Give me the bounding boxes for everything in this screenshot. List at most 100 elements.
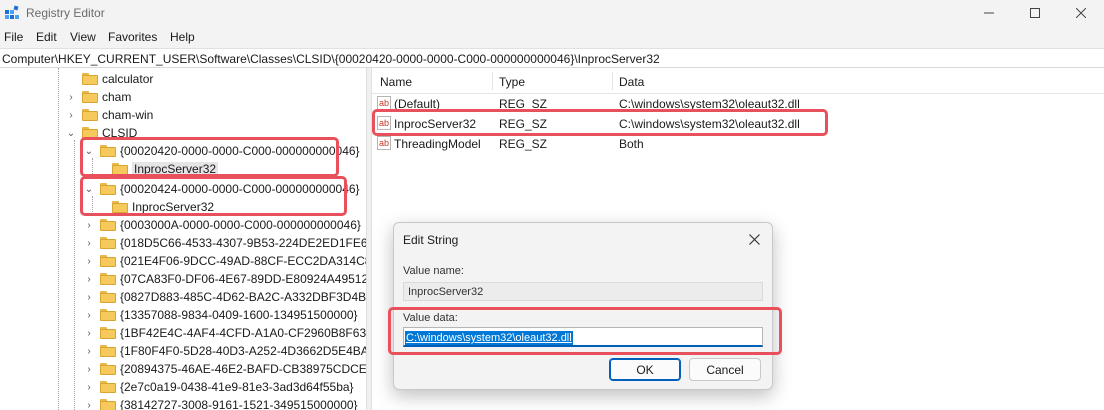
folder-icon xyxy=(82,109,98,121)
menu-file[interactable]: File xyxy=(4,30,23,44)
column-separator[interactable] xyxy=(492,72,493,90)
tree-item-clsid-key[interactable]: › {07CA83F0-DF06-4E67-89DD-E80924A49512 xyxy=(84,270,366,288)
tree-guide-line xyxy=(58,68,59,410)
maximize-button[interactable] xyxy=(1012,0,1058,26)
highlight-box xyxy=(80,137,339,177)
column-header-name[interactable]: Name xyxy=(380,75,412,89)
key-tree-pane[interactable]: calculator › cham › cham-win ⌄ CLSID ⌄ {… xyxy=(0,68,366,410)
value-name-label: Value name: xyxy=(403,265,464,277)
tree-item-cham-win[interactable]: › cham-win xyxy=(66,106,153,124)
maximize-icon xyxy=(1030,8,1040,18)
close-button[interactable] xyxy=(1058,0,1104,26)
value-type: REG_SZ xyxy=(499,137,548,151)
tree-item-label: {1F80F4F0-5D28-40D3-A252-4D3662D5E4BA xyxy=(120,344,366,358)
value-name: ThreadingModel xyxy=(394,137,481,151)
chevron-right-icon[interactable]: › xyxy=(84,274,94,285)
chevron-right-icon[interactable]: › xyxy=(84,382,94,393)
tree-item-clsid-key[interactable]: › {20894375-46AE-46E2-BAFD-CB38975CDCE6 xyxy=(84,360,366,378)
tree-item-clsid-key[interactable]: › {0003000A-0000-0000-C000-000000000046} xyxy=(84,216,361,234)
window-title: Registry Editor xyxy=(26,6,105,20)
folder-icon xyxy=(82,73,98,85)
tree-guide-line xyxy=(74,140,75,410)
folder-icon xyxy=(100,237,116,249)
folder-icon xyxy=(100,399,116,410)
dialog-title: Edit String xyxy=(403,233,459,247)
string-value-icon: ab xyxy=(377,136,391,150)
tree-item-clsid-key[interactable]: › {021E4F06-9DCC-49AD-88CF-ECC2DA314C8 xyxy=(84,252,366,270)
cancel-button[interactable]: Cancel xyxy=(689,358,761,381)
string-value-icon: ab xyxy=(377,96,391,110)
chevron-right-icon[interactable]: › xyxy=(84,400,94,410)
close-icon xyxy=(748,233,760,245)
folder-icon xyxy=(82,91,98,103)
tree-item-label: {0827D883-485C-4D62-BA2C-A332DBF3D4B xyxy=(120,290,366,304)
tree-item-label: {1BF42E4C-4AF4-4CFD-A1A0-CF2960B8F63E xyxy=(120,326,366,340)
minimize-button[interactable] xyxy=(966,0,1012,26)
tree-item-label: {018D5C66-4533-4307-9B53-224DE2ED1FE6} xyxy=(120,236,366,250)
tree-item-cham[interactable]: › cham xyxy=(66,88,131,106)
chevron-right-icon[interactable]: › xyxy=(84,256,94,267)
highlight-box xyxy=(388,307,782,355)
chevron-right-icon[interactable]: › xyxy=(84,310,94,321)
tree-item-clsid-key[interactable]: › {1BF42E4C-4AF4-4CFD-A1A0-CF2960B8F63E xyxy=(84,324,366,342)
chevron-right-icon[interactable]: › xyxy=(84,346,94,357)
column-separator[interactable] xyxy=(612,72,613,90)
folder-icon xyxy=(100,363,116,375)
tree-item-clsid-key[interactable]: › {38142727-3008-9161-1521-349515000000} xyxy=(84,396,358,410)
column-header-data[interactable]: Data xyxy=(619,75,644,89)
highlight-box xyxy=(80,176,347,216)
tree-item-label: {38142727-3008-9161-1521-349515000000} xyxy=(120,398,358,410)
value-name-text: InprocServer32 xyxy=(408,286,484,298)
value-row[interactable]: ab ThreadingModel REG_SZ Both xyxy=(372,134,1104,154)
tree-item-clsid-key[interactable]: › {2e7c0a19-0438-41e9-81e3-3ad3d64f55ba} xyxy=(84,378,354,396)
close-icon xyxy=(1076,8,1086,18)
address-path[interactable]: Computer\HKEY_CURRENT_USER\Software\Clas… xyxy=(2,52,660,66)
folder-icon xyxy=(100,273,116,285)
menu-bar: File Edit View Favorites Help xyxy=(0,26,1104,48)
value-name-field: InprocServer32 xyxy=(403,282,763,301)
edit-string-dialog: Edit String Value name: InprocServer32 V… xyxy=(388,222,782,390)
folder-icon xyxy=(100,327,116,339)
tree-item-clsid-key[interactable]: › {13357088-9834-0409-1600-134951500000} xyxy=(84,306,358,324)
chevron-right-icon[interactable]: › xyxy=(66,110,76,121)
value-data: Both xyxy=(619,137,644,151)
folder-icon xyxy=(100,381,116,393)
highlight-box xyxy=(372,109,828,136)
address-bar[interactable]: Computer\HKEY_CURRENT_USER\Software\Clas… xyxy=(0,48,1104,68)
menu-help[interactable]: Help xyxy=(170,30,195,44)
menu-edit[interactable]: Edit xyxy=(36,30,57,44)
tree-item-clsid-key[interactable]: › {0827D883-485C-4D62-BA2C-A332DBF3D4B xyxy=(84,288,366,306)
chevron-down-icon[interactable]: ⌄ xyxy=(66,128,76,139)
tree-item-label: cham xyxy=(102,90,132,104)
tree-item-clsid-key[interactable]: › {018D5C66-4533-4307-9B53-224DE2ED1FE6} xyxy=(84,234,366,252)
chevron-right-icon[interactable]: › xyxy=(84,238,94,249)
folder-icon xyxy=(100,255,116,267)
chevron-right-icon[interactable]: › xyxy=(84,220,94,231)
tree-item-label: {2e7c0a19-0438-41e9-81e3-3ad3d64f55ba} xyxy=(120,380,354,394)
menu-view[interactable]: View xyxy=(70,30,96,44)
minimize-icon xyxy=(984,12,994,14)
ok-button[interactable]: OK xyxy=(609,358,681,381)
chevron-right-icon[interactable]: › xyxy=(84,328,94,339)
tree-item-label: {07CA83F0-DF06-4E67-89DD-E80924A49512 xyxy=(120,272,366,286)
folder-icon xyxy=(100,219,116,231)
list-header: Name Type Data xyxy=(372,68,1104,94)
tree-item-clsid-key[interactable]: › {1F80F4F0-5D28-40D3-A252-4D3662D5E4BA xyxy=(84,342,366,360)
folder-icon xyxy=(100,309,116,321)
column-header-type[interactable]: Type xyxy=(499,75,525,89)
tree-item-label: cham-win xyxy=(102,108,154,122)
registry-app-icon xyxy=(5,5,19,19)
registry-editor-window: Registry Editor File Edit View Favorites… xyxy=(0,0,1104,410)
folder-icon xyxy=(100,291,116,303)
tree-item-calculator[interactable]: calculator xyxy=(82,70,153,88)
dialog-close-button[interactable] xyxy=(744,229,764,249)
tree-item-label: {13357088-9834-0409-1600-134951500000} xyxy=(120,308,358,322)
chevron-right-icon[interactable]: › xyxy=(66,92,76,103)
chevron-right-icon[interactable]: › xyxy=(84,292,94,303)
title-bar: Registry Editor xyxy=(0,0,1104,26)
menu-favorites[interactable]: Favorites xyxy=(108,30,157,44)
folder-icon xyxy=(100,345,116,357)
tree-item-label: {20894375-46AE-46E2-BAFD-CB38975CDCE6 xyxy=(120,362,366,376)
tree-item-label: calculator xyxy=(102,72,154,86)
chevron-right-icon[interactable]: › xyxy=(84,364,94,375)
